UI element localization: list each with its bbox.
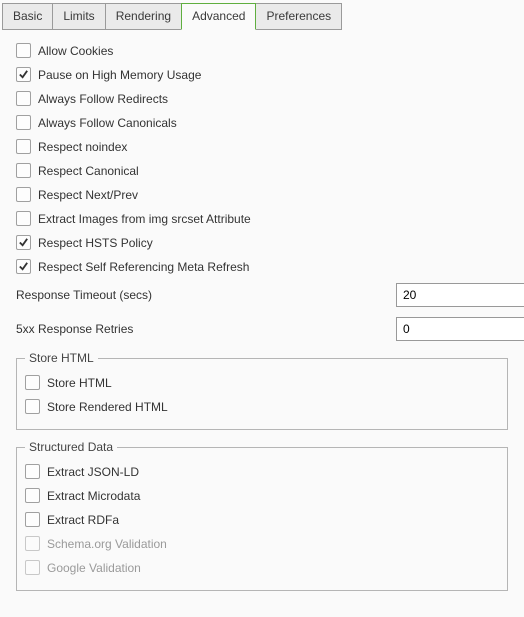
option-row: Respect Next/Prev bbox=[16, 187, 508, 202]
structured-data-row: Schema.org Validation bbox=[25, 536, 499, 551]
structured-data-label: Extract Microdata bbox=[47, 489, 140, 503]
structured-data-checkbox[interactable] bbox=[25, 512, 40, 527]
tab-advanced[interactable]: Advanced bbox=[181, 3, 256, 30]
option-label: Extract Images from img srcset Attribute bbox=[38, 212, 251, 226]
option-checkbox[interactable] bbox=[16, 235, 31, 250]
response-timeout-input[interactable] bbox=[396, 283, 524, 307]
structured-data-label: Schema.org Validation bbox=[47, 537, 167, 551]
tab-limits[interactable]: Limits bbox=[52, 3, 105, 30]
option-checkbox[interactable] bbox=[16, 67, 31, 82]
store-html-group: Store HTML Store HTML Store Rendered HTML bbox=[16, 351, 508, 430]
store-html-label: Store Rendered HTML bbox=[47, 400, 168, 414]
store-html-label: Store HTML bbox=[47, 376, 112, 390]
option-label: Pause on High Memory Usage bbox=[38, 68, 201, 82]
structured-data-checkbox bbox=[25, 560, 40, 575]
option-row: Respect HSTS Policy bbox=[16, 235, 508, 250]
structured-data-row: Extract RDFa bbox=[25, 512, 499, 527]
option-checkbox[interactable] bbox=[16, 259, 31, 274]
option-label: Allow Cookies bbox=[38, 44, 113, 58]
store-html-checkbox[interactable] bbox=[25, 399, 40, 414]
store-html-row: Store Rendered HTML bbox=[25, 399, 499, 414]
advanced-panel: Allow Cookies Pause on High Memory Usage A… bbox=[0, 29, 524, 611]
option-row: Pause on High Memory Usage bbox=[16, 67, 508, 82]
option-row: Respect noindex bbox=[16, 139, 508, 154]
tab-bar: BasicLimitsRenderingAdvancedPreferences bbox=[0, 0, 524, 29]
retries-label: 5xx Response Retries bbox=[16, 322, 396, 336]
option-checkbox[interactable] bbox=[16, 211, 31, 226]
tab-basic[interactable]: Basic bbox=[2, 3, 53, 30]
structured-data-label: Google Validation bbox=[47, 561, 141, 575]
option-label: Always Follow Redirects bbox=[38, 92, 168, 106]
retries-spinner[interactable] bbox=[396, 317, 508, 341]
store-html-checkbox[interactable] bbox=[25, 375, 40, 390]
response-timeout-label: Response Timeout (secs) bbox=[16, 288, 396, 302]
option-row: Always Follow Canonicals bbox=[16, 115, 508, 130]
option-row: Allow Cookies bbox=[16, 43, 508, 58]
retries-input[interactable] bbox=[396, 317, 524, 341]
option-row: Respect Canonical bbox=[16, 163, 508, 178]
option-checkbox[interactable] bbox=[16, 187, 31, 202]
response-timeout-row: Response Timeout (secs) bbox=[16, 283, 508, 307]
option-row: Extract Images from img srcset Attribute bbox=[16, 211, 508, 226]
store-html-legend: Store HTML bbox=[25, 351, 98, 365]
option-row: Respect Self Referencing Meta Refresh bbox=[16, 259, 508, 274]
structured-data-group: Structured Data Extract JSON-LD Extract M… bbox=[16, 440, 508, 591]
option-checkbox[interactable] bbox=[16, 139, 31, 154]
option-checkbox[interactable] bbox=[16, 115, 31, 130]
structured-data-row: Extract JSON-LD bbox=[25, 464, 499, 479]
option-checkbox[interactable] bbox=[16, 91, 31, 106]
structured-data-checkbox[interactable] bbox=[25, 464, 40, 479]
structured-data-label: Extract JSON-LD bbox=[47, 465, 139, 479]
structured-data-row: Google Validation bbox=[25, 560, 499, 575]
structured-data-label: Extract RDFa bbox=[47, 513, 119, 527]
structured-data-checkbox[interactable] bbox=[25, 488, 40, 503]
option-label: Respect Next/Prev bbox=[38, 188, 138, 202]
response-timeout-spinner[interactable] bbox=[396, 283, 508, 307]
tab-rendering[interactable]: Rendering bbox=[105, 3, 182, 30]
option-label: Respect Canonical bbox=[38, 164, 139, 178]
option-row: Always Follow Redirects bbox=[16, 91, 508, 106]
option-checkbox[interactable] bbox=[16, 43, 31, 58]
option-label: Respect Self Referencing Meta Refresh bbox=[38, 260, 249, 274]
structured-data-checkbox bbox=[25, 536, 40, 551]
option-label: Respect HSTS Policy bbox=[38, 236, 153, 250]
option-label: Respect noindex bbox=[38, 140, 127, 154]
structured-data-row: Extract Microdata bbox=[25, 488, 499, 503]
retries-row: 5xx Response Retries bbox=[16, 317, 508, 341]
store-html-row: Store HTML bbox=[25, 375, 499, 390]
option-label: Always Follow Canonicals bbox=[38, 116, 177, 130]
option-checkbox[interactable] bbox=[16, 163, 31, 178]
structured-data-legend: Structured Data bbox=[25, 440, 117, 454]
tab-preferences[interactable]: Preferences bbox=[255, 3, 342, 30]
